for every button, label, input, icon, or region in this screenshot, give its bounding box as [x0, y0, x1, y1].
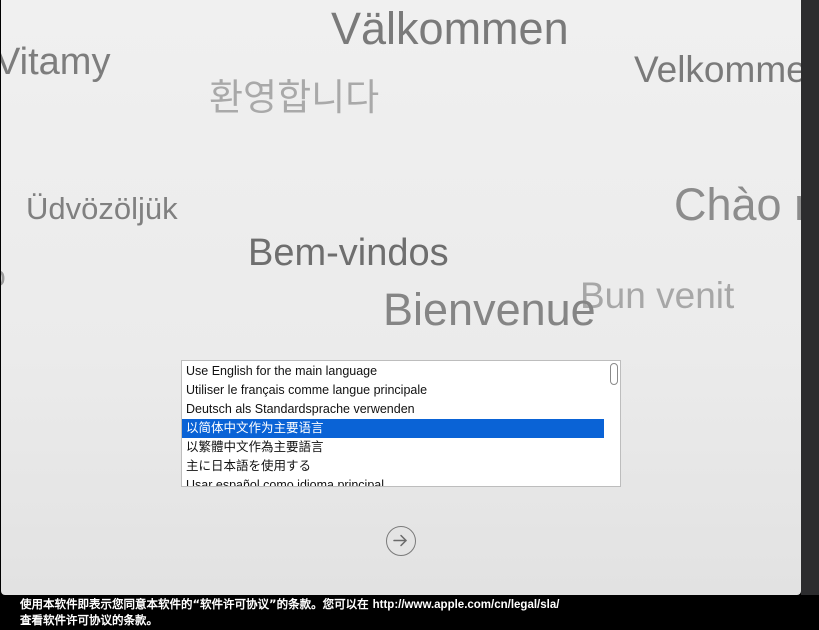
- language-option-spanish[interactable]: Usar español como idioma principal: [182, 476, 604, 486]
- screen-edge: [801, 0, 819, 595]
- continue-button[interactable]: [386, 526, 416, 556]
- language-option-german[interactable]: Deutsch als Standardsprache verwenden: [182, 400, 604, 419]
- license-notice: 使用本软件即表示您同意本软件的“软件许可协议”的条款。您可以在 http://w…: [20, 597, 720, 628]
- greeting-korean: 환영합니다: [209, 76, 380, 119]
- greeting-swedish: Välkommen: [331, 3, 569, 54]
- language-option-japanese[interactable]: 主に日本語を使用する: [182, 457, 604, 476]
- language-list[interactable]: Use English for the main language Utilis…: [181, 360, 621, 487]
- greeting-french: Bienvenue: [383, 284, 596, 335]
- language-option-traditional-chinese[interactable]: 以繁體中文作為主要語言: [182, 438, 604, 457]
- greeting-polish: Vitamy: [1, 41, 111, 83]
- greeting-romanian: Bun venit: [580, 275, 735, 316]
- license-url-link[interactable]: http://www.apple.com/cn/legal/sla/: [373, 599, 560, 611]
- setup-window: Välkommen Vitamy Velkommen 환영합니다 Üdvözöl…: [1, 0, 801, 595]
- greeting-portuguese: Bem-vindos: [248, 232, 449, 274]
- greeting-partial: o: [1, 262, 6, 292]
- greeting-danish: Velkommen: [634, 49, 801, 90]
- greeting-vietnamese: Chào mừng: [674, 179, 801, 230]
- license-line-2: 查看软件许可协议的条款。: [20, 613, 158, 627]
- language-option-simplified-chinese[interactable]: 以简体中文作为主要语言: [182, 419, 604, 438]
- license-text: 使用本软件即表示您同意本软件的“软件许可协议”的条款。您可以在: [20, 597, 373, 611]
- language-option-english[interactable]: Use English for the main language: [182, 362, 604, 381]
- language-list-items: Use English for the main language Utilis…: [182, 362, 604, 486]
- language-list-scrollbar[interactable]: [610, 363, 618, 385]
- language-option-french[interactable]: Utiliser le français comme langue princi…: [182, 381, 604, 400]
- license-line-1: 使用本软件即表示您同意本软件的“软件许可协议”的条款。您可以在 http://w…: [20, 597, 720, 613]
- arrow-right-circle-icon: [393, 534, 407, 547]
- greeting-hungarian: Üdvözöljük: [26, 191, 178, 226]
